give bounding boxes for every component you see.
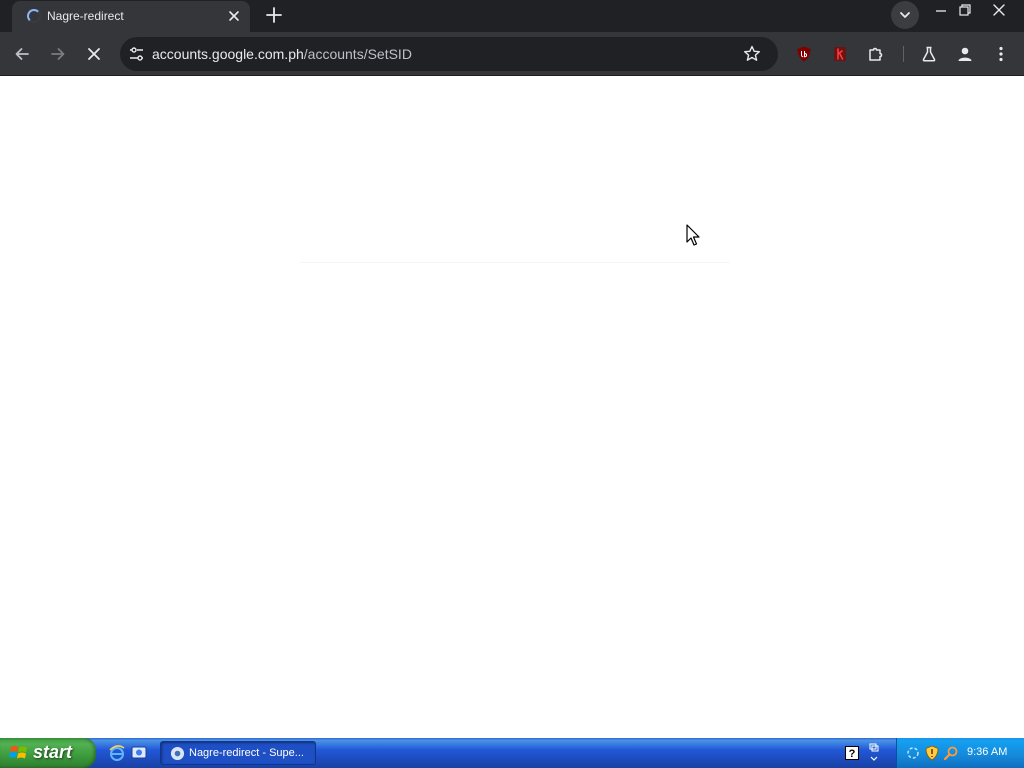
mouse-pointer-icon bbox=[686, 224, 700, 246]
extensions-button[interactable] bbox=[862, 40, 890, 68]
url-text[interactable]: accounts.google.com.ph/accounts/SetSID bbox=[152, 46, 412, 62]
forward-button[interactable] bbox=[44, 40, 72, 68]
network-icon[interactable] bbox=[905, 745, 921, 761]
windows-taskbar: start Nagre-redirect - Supe... ? 9:36 AM bbox=[0, 738, 1024, 768]
windows-logo-icon bbox=[9, 746, 27, 759]
page-content bbox=[0, 76, 1024, 738]
browser-menu-button[interactable] bbox=[987, 40, 1015, 68]
back-arrow-icon bbox=[15, 48, 29, 60]
chevron-down-icon bbox=[900, 12, 910, 18]
profile-button[interactable] bbox=[951, 40, 979, 68]
toolbar-separator bbox=[903, 46, 904, 62]
help-icon[interactable]: ? bbox=[845, 746, 859, 760]
security-shield-icon[interactable] bbox=[924, 745, 940, 761]
extension-button-2[interactable] bbox=[826, 40, 854, 68]
tab-search-button[interactable] bbox=[891, 1, 919, 29]
taskbar-window-button[interactable]: Nagre-redirect - Supe... bbox=[160, 741, 316, 765]
star-icon[interactable] bbox=[742, 44, 762, 64]
tune-icon[interactable] bbox=[126, 43, 148, 65]
ublock-origin-icon bbox=[797, 46, 811, 62]
kebab-menu-icon bbox=[999, 46, 1003, 62]
red-extension-icon bbox=[834, 47, 846, 61]
loading-spinner-icon bbox=[27, 9, 41, 23]
ublock-extension-button[interactable] bbox=[790, 40, 818, 68]
person-icon bbox=[958, 47, 972, 61]
stop-loading-button[interactable] bbox=[80, 40, 108, 68]
tab-title: Nagre-redirect bbox=[47, 9, 124, 23]
forward-arrow-icon bbox=[51, 48, 65, 60]
back-button[interactable] bbox=[8, 40, 36, 68]
system-clock[interactable]: 9:36 AM bbox=[967, 746, 1007, 758]
restore-window-button[interactable] bbox=[952, 0, 978, 20]
faint-divider bbox=[300, 262, 730, 263]
puzzle-icon bbox=[869, 47, 883, 61]
url-path: /accounts/SetSID bbox=[303, 46, 412, 62]
browser-app-icon bbox=[170, 746, 185, 761]
system-tray: 9:36 AM bbox=[896, 738, 1024, 768]
show-desktop-icon[interactable] bbox=[130, 744, 148, 762]
minimize-window-button[interactable] bbox=[928, 0, 954, 20]
start-button[interactable]: start bbox=[0, 738, 96, 768]
new-tab-button[interactable] bbox=[262, 3, 286, 27]
browser-tab[interactable]: Nagre-redirect bbox=[12, 1, 250, 32]
stop-x-icon bbox=[88, 48, 100, 60]
flask-icon bbox=[922, 46, 936, 62]
chrome-labs-button[interactable] bbox=[915, 40, 943, 68]
url-host: accounts.google.com.ph bbox=[152, 46, 304, 62]
internet-explorer-icon[interactable] bbox=[108, 744, 126, 762]
tab-strip: Nagre-redirect bbox=[0, 0, 1024, 32]
address-bar[interactable]: accounts.google.com.ph/accounts/SetSID bbox=[120, 37, 778, 71]
search-magnifier-icon[interactable] bbox=[943, 745, 959, 761]
browser-toolbar: accounts.google.com.ph/accounts/SetSID bbox=[0, 32, 1024, 76]
language-bar-restore-icon[interactable] bbox=[868, 742, 880, 764]
svg-text:?: ? bbox=[849, 748, 856, 760]
start-label: start bbox=[33, 742, 73, 762]
taskbar-window-label: Nagre-redirect - Supe... bbox=[189, 747, 304, 759]
tab-close-icon[interactable] bbox=[226, 8, 242, 24]
close-window-button[interactable] bbox=[984, 0, 1014, 20]
